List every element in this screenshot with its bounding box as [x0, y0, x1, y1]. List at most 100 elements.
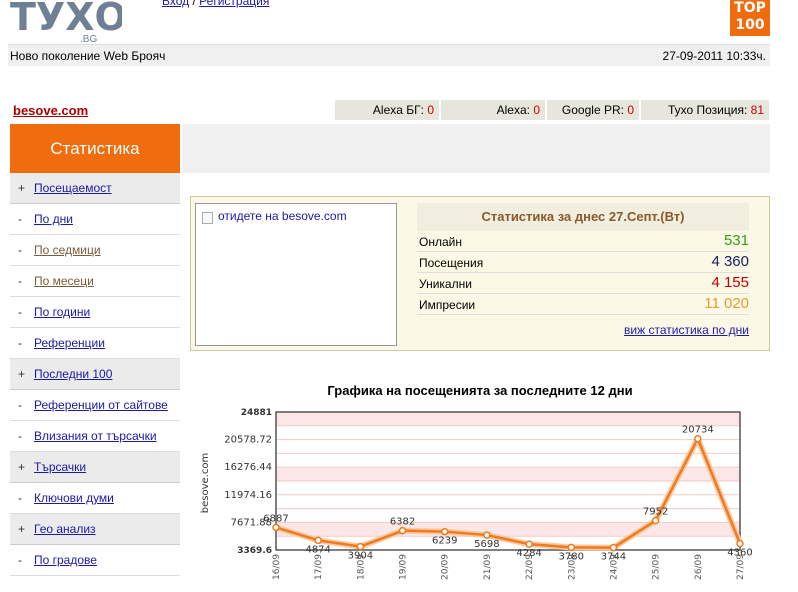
data-point [398, 526, 407, 535]
data-label: 5698 [474, 539, 499, 550]
google-pr-label: Google PR: [561, 103, 624, 117]
sidebar-link[interactable]: Търсачки [34, 460, 86, 474]
data-point [440, 527, 449, 536]
y-tick-label: 3369.6 [237, 546, 272, 556]
sidebar-item[interactable]: - По години [10, 297, 180, 328]
sidebar-item[interactable]: - Референции от сайтове [10, 390, 180, 421]
stats-panel: отидете на besove.com Статистика за днес… [190, 196, 770, 351]
sidebar-item[interactable]: - Референции [10, 328, 180, 359]
tyxo-position-value: 81 [750, 103, 764, 117]
sidebar-link[interactable]: По години [34, 305, 90, 319]
expand-icon: + [18, 522, 26, 536]
broken-image-icon [202, 212, 213, 224]
sidebar-item[interactable]: - По седмици [10, 235, 180, 266]
sidebar-item[interactable]: - По градове [10, 545, 180, 576]
sidebar-link[interactable]: По градове [34, 553, 97, 567]
data-point [483, 531, 491, 539]
bullet-icon: - [18, 553, 22, 567]
bullet-icon: - [18, 491, 22, 505]
x-tick-label: 25/09 [652, 554, 662, 580]
logo-suffix: .BG [80, 34, 97, 44]
visits-chart: 2488120578.7216276.4411974.167671.883369… [200, 408, 753, 580]
sidebar-link[interactable]: Референции [34, 336, 105, 350]
stats-row: Посещения 4 360 [417, 252, 749, 273]
today-stats: Статистика за днес 27.Септ.(Вт) Онлайн 53… [417, 203, 749, 337]
alexa-bg-rank: Alexa БГ: 0 [334, 99, 440, 121]
x-tick-label: 23/09 [567, 554, 577, 580]
sidebar-item[interactable]: - По дни [10, 204, 180, 235]
grid-band [276, 412, 740, 426]
expand-icon: + [18, 460, 26, 474]
datetime: 27-09-2011 10:33ч. [662, 49, 766, 63]
sidebar-link[interactable]: Посещаемост [34, 181, 112, 195]
auth-separator: / [189, 0, 200, 8]
sidebar-link[interactable]: По месеци [34, 274, 94, 288]
sidebar-link[interactable]: Влизания от търсачки [34, 429, 157, 443]
sidebar-item[interactable]: + Последни 100 [10, 359, 180, 390]
sidebar-link[interactable]: Гео анализ [34, 522, 96, 536]
sidebar-item[interactable]: + Търсачки [10, 452, 180, 483]
bullet-icon: - [18, 398, 22, 412]
auth-links: Вход / Регистрация [162, 0, 269, 8]
sidebar-item[interactable]: - По месеци [10, 266, 180, 297]
stats-label: Импресии [419, 298, 476, 312]
top100-badge[interactable]: TOP 100 [730, 0, 770, 36]
expand-icon: + [18, 367, 26, 381]
login-link[interactable]: Вход [162, 0, 189, 8]
x-tick-label: 27/09 [736, 554, 746, 580]
x-tick-label: 16/09 [272, 554, 282, 580]
data-point [525, 540, 533, 548]
x-tick-label: 20/09 [441, 554, 451, 580]
thumbnail-alt-text: отидете на besove.com [218, 209, 347, 223]
bullet-icon: - [18, 212, 22, 226]
tyxo-logo[interactable]: ТУХО .BG [10, 0, 122, 44]
alexa-value: 0 [533, 103, 540, 117]
stats-row: Уникални 4 155 [417, 273, 749, 294]
stats-label: Посещения [419, 256, 484, 270]
data-label: 7952 [643, 507, 668, 518]
bullet-icon: - [18, 336, 22, 350]
alexa-bg-value: 0 [427, 103, 434, 117]
data-point [356, 542, 365, 551]
data-point [736, 539, 744, 548]
sidebar-link[interactable]: Ключови думи [34, 491, 114, 505]
register-link[interactable]: Регистрация [199, 0, 269, 8]
data-point [314, 536, 322, 545]
alexa-label: Alexa: [496, 103, 530, 117]
grid-band [276, 522, 740, 537]
data-label: 6382 [390, 517, 415, 528]
site-thumbnail[interactable]: отидете на besove.com [195, 203, 397, 346]
y-tick-label: 11974.16 [224, 490, 272, 501]
sidebar-menu: + Посещаемост - По дни - По седмици - По месеци… [10, 173, 180, 576]
sidebar-link[interactable]: Референции от сайтове [34, 398, 168, 412]
google-pr-value: 0 [627, 103, 634, 117]
data-label: 6887 [263, 513, 288, 524]
stats-value: 11 020 [704, 295, 749, 312]
chart-title: Графика на посещенията за последните 12 … [327, 383, 633, 398]
data-label: 20734 [682, 425, 714, 436]
expand-icon: + [18, 181, 26, 195]
sidebar-item[interactable]: - Ключови думи [10, 483, 180, 514]
google-pr: Google PR: 0 [546, 99, 640, 121]
tagline: Ново поколение Web Брояч [10, 49, 166, 63]
sidebar-link[interactable]: По дни [34, 212, 73, 226]
stats-label: Уникални [419, 277, 472, 291]
daily-stats-link[interactable]: виж статистика по дни [624, 323, 749, 337]
sidebar-item[interactable]: - Влизания от търсачки [10, 421, 180, 452]
data-label: 4874 [305, 544, 330, 555]
alexa-bg-label: Alexa БГ: [372, 103, 424, 117]
sidebar-link[interactable]: По седмици [34, 243, 101, 257]
alexa-rank: Alexa: 0 [440, 99, 546, 121]
data-label: 6239 [432, 536, 457, 547]
top100-line1: TOP [734, 0, 766, 16]
y-axis-label: besove.com [200, 453, 211, 513]
stats-label: Онлайн [419, 235, 462, 249]
bullet-icon: - [18, 305, 22, 319]
site-link[interactable]: besove.com [13, 103, 88, 118]
sidebar-item[interactable]: + Гео анализ [10, 514, 180, 545]
x-tick-label: 26/09 [694, 554, 704, 580]
stats-row: Онлайн 531 [417, 231, 749, 252]
sidebar-item[interactable]: + Посещаемост [10, 173, 180, 204]
data-point [567, 543, 576, 552]
sidebar-link[interactable]: Последни 100 [34, 367, 112, 381]
